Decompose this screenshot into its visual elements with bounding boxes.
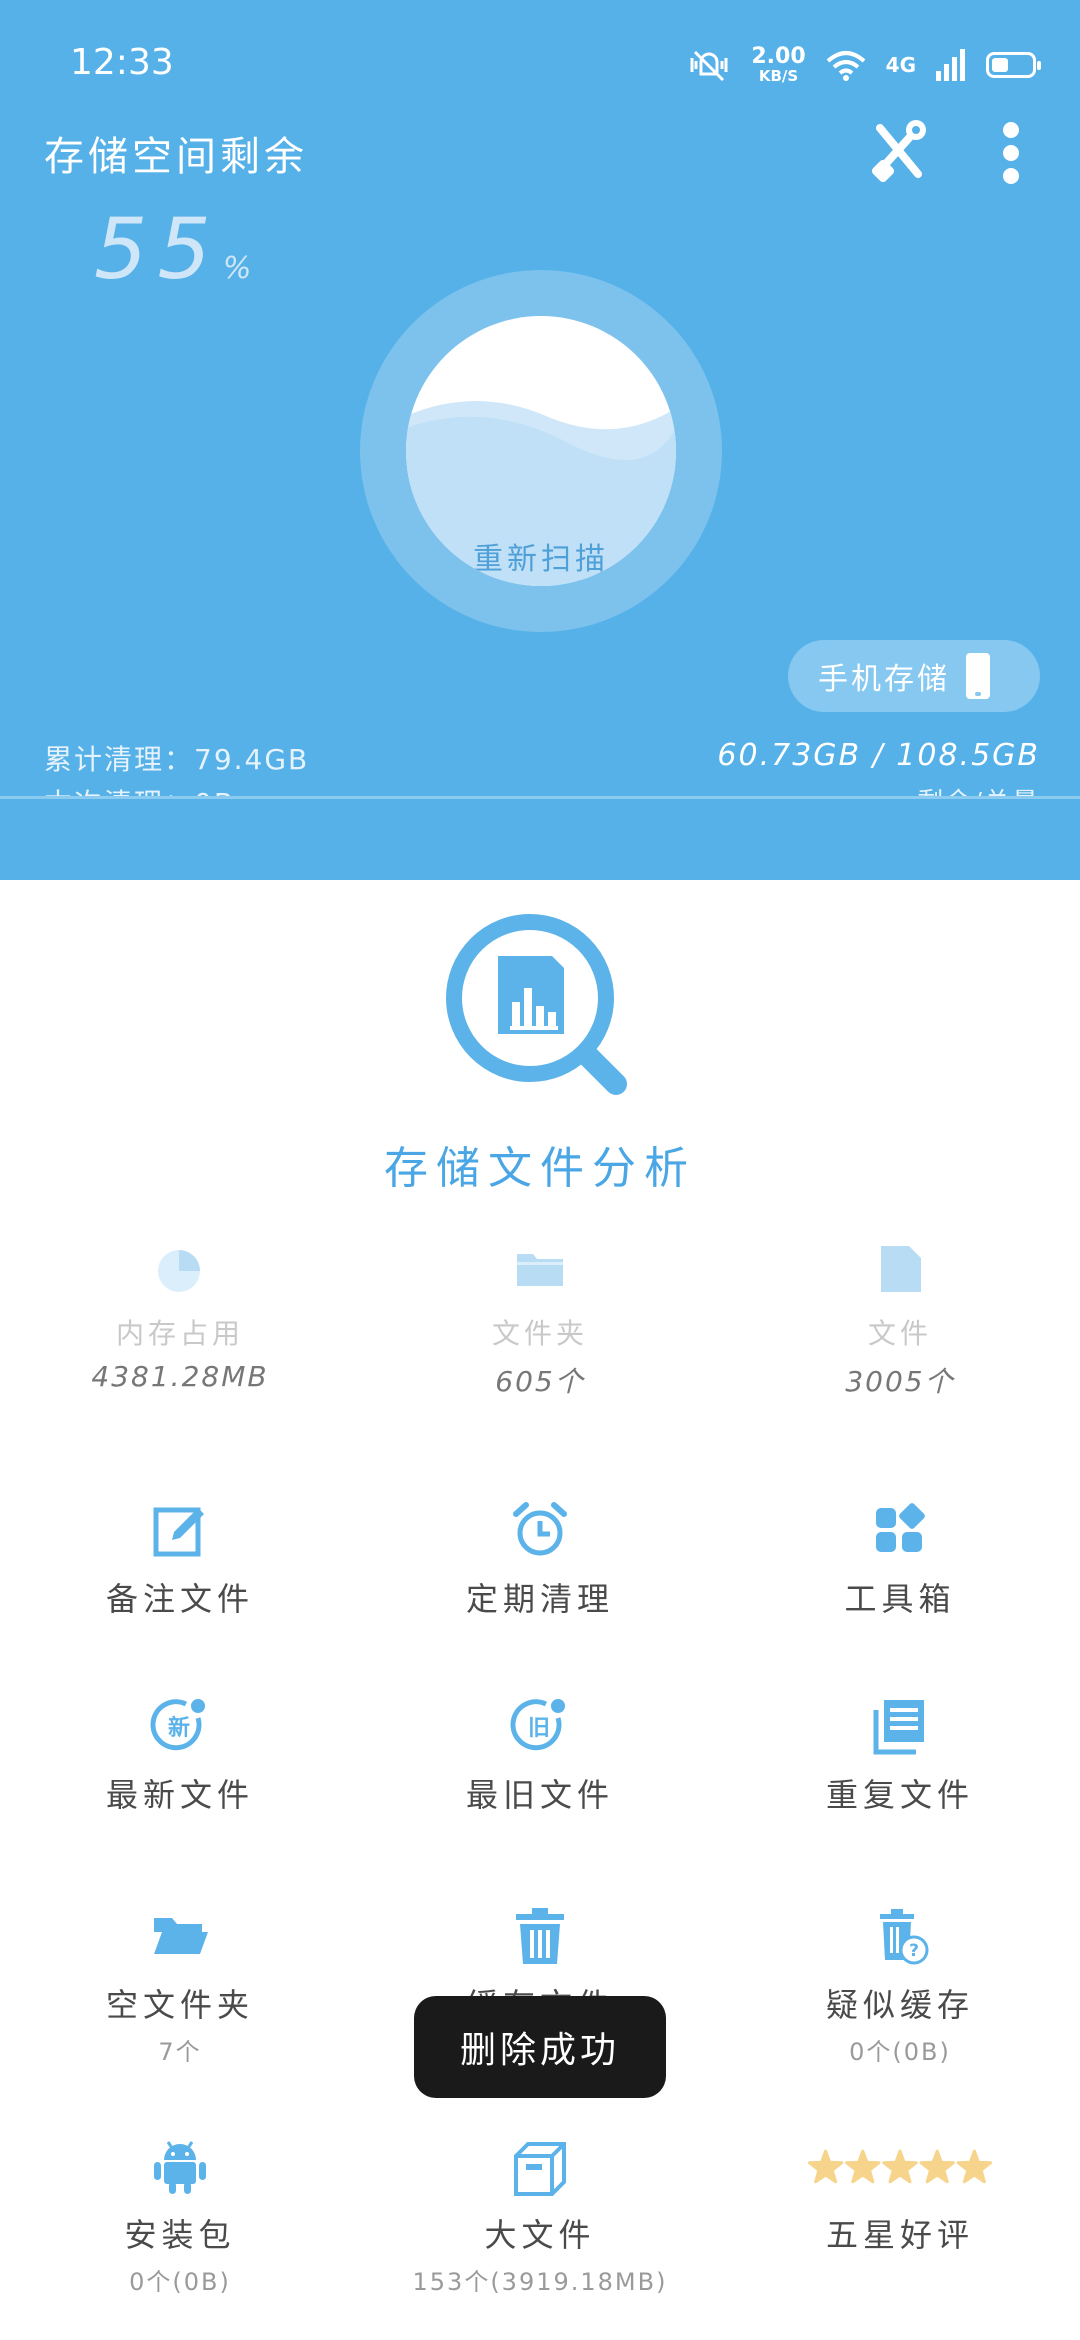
old-badge-icon: 旧 [510,1699,565,1751]
grid-item-sub: 7个 [158,2038,202,2066]
edit-icon [153,1507,204,1557]
memory-usage-stat: 内存占用 4381.28MB [0,1244,360,1393]
empty-folders-item[interactable]: 空文件夹 7个 [0,1906,360,2067]
rescan-label: 重新扫描 [473,542,609,577]
badge-char: 新 [168,1715,190,1741]
grid-item-label: 定期清理 [465,1580,614,1618]
install-packages-item[interactable]: 安装包 0个(0B) [0,2136,360,2297]
mute-vibrate-icon [690,50,728,82]
big-box-icon [514,2142,566,2196]
toolbox-item[interactable]: 工具箱 [720,1500,1080,1620]
grid-item-label: 大文件 [484,2216,596,2254]
android-icon [154,2141,206,2194]
speed-value: 2.00 [751,44,806,69]
suspected-cache-item[interactable]: ? 疑似缓存 0个(0B) [720,1906,1080,2067]
phone-storage-button[interactable]: 手机存储 [788,640,1040,712]
header-bottom-band [0,799,1080,880]
empty-folder-icon [154,1918,208,1954]
star-icon [956,2149,993,2184]
badge-char: 旧 [528,1716,550,1741]
wifi-icon [826,51,865,81]
network-speed: 2.00 KB/S [751,44,806,85]
battery-icon [986,52,1041,78]
file-count-stat: 文件 3005个 [720,1244,1080,1400]
rescan-button[interactable]: 重新扫描 [406,316,676,586]
storage-percent-symbol: % [222,251,252,286]
storage-analysis-title: 存储文件分析 [384,1143,696,1194]
tools-icon[interactable] [870,120,928,182]
notes-files-item[interactable]: 备注文件 [0,1500,360,1620]
stat-value: 3005个 [845,1365,955,1398]
folder-count-stat: 文件夹 605个 [360,1244,720,1400]
pie-chart-icon [158,1250,200,1292]
stat-label: 内存占用 [115,1317,244,1350]
trash-icon [516,1908,564,1964]
grid-item-label: 疑似缓存 [825,1986,974,2024]
storage-analysis-search-icon [446,914,627,1095]
star-icon [919,2149,955,2184]
storage-header: 12:33 2.00 KB/S 4G 存储空间剩余 55% 重新扫描 手机存储 … [0,0,1080,880]
new-badge-icon: 新 [150,1699,205,1751]
star-icon [882,2149,918,2184]
grid-item-sub: 153个(3919.18MB) [412,2268,668,2296]
stat-value: 4381.28MB [91,1360,269,1393]
grid-item-label: 备注文件 [105,1580,254,1618]
newest-files-item[interactable]: 新 最新文件 [0,1696,360,1816]
storage-percent: 55% [94,200,251,298]
phone-storage-label: 手机存储 [818,662,950,697]
suspected-cache-icon: ? [880,1909,929,1965]
oldest-files-item[interactable]: 旧 最旧文件 [360,1696,720,1816]
scheduled-clean-item[interactable]: 定期清理 [360,1500,720,1620]
folder-icon [517,1254,563,1286]
storage-capacity-text: 60.73GB / 108.5GB [717,738,1040,773]
stat-label: 文件 [867,1317,932,1350]
alarm-clock-icon [513,1502,567,1556]
grid-item-sub: 0个(0B) [849,2038,951,2066]
star-icon [845,2149,881,2184]
more-options-button[interactable] [996,118,1026,188]
large-files-item[interactable]: 大文件 153个(3919.18MB) [360,2136,720,2297]
network-type: 4G [885,53,916,77]
more-vert-dot [1003,145,1019,161]
storage-usage-ring: 重新扫描 [360,270,722,632]
five-stars-icon [807,2149,993,2184]
five-star-review-item[interactable]: 五星好评 [720,2136,1080,2256]
file-icon [881,1246,921,1292]
more-vert-dot [1003,168,1019,184]
grid-item-label: 五星好评 [825,2216,974,2254]
status-time: 12:33 [70,42,174,83]
grid-item-label: 安装包 [124,2216,236,2254]
storage-remaining-title: 存储空间剩余 [44,134,308,180]
grid-item-label: 最新文件 [105,1776,254,1814]
toast-message: 删除成功 [414,1996,666,2098]
total-cleaned-text: 累计清理：79.4GB [44,743,310,776]
signal-icon [936,49,965,81]
svg-text:?: ? [909,1941,919,1961]
toolbox-icon [876,1503,925,1552]
stat-value: 605个 [495,1365,585,1398]
storage-percent-value: 55 [94,200,221,298]
phone-icon [966,653,990,699]
grid-item-label: 最旧文件 [465,1776,614,1814]
grid-item-label: 重复文件 [825,1776,974,1814]
grid-item-label: 空文件夹 [105,1986,254,2024]
grid-item-label: 工具箱 [844,1580,956,1618]
status-icons: 2.00 KB/S 4G [687,40,1041,90]
more-vert-dot [1003,122,1019,138]
star-icon [807,2149,844,2184]
duplicate-files-icon [873,1700,924,1755]
duplicate-files-item[interactable]: 重复文件 [720,1696,1080,1816]
grid-item-sub: 0个(0B) [129,2268,231,2296]
stat-label: 文件夹 [491,1317,588,1350]
speed-unit: KB/S [758,67,799,85]
